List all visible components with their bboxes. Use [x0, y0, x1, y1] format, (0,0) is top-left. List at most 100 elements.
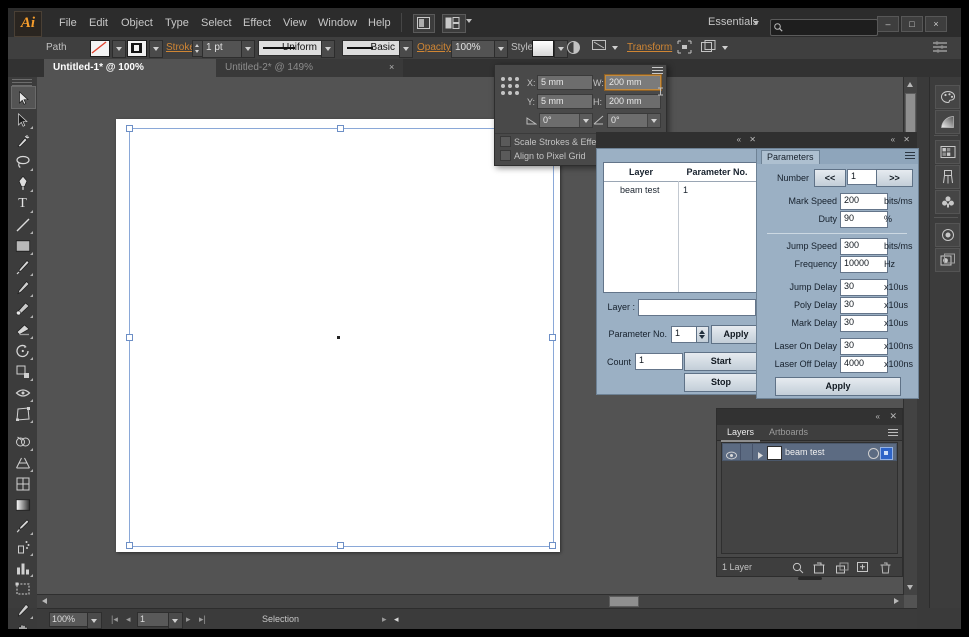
pen-tool[interactable] — [11, 172, 34, 193]
pencil-tool[interactable] — [11, 277, 34, 298]
parameters-panel-menu-icon[interactable] — [905, 152, 915, 161]
paintbrush-tool[interactable] — [11, 256, 34, 277]
scroll-left-arrow-icon[interactable] — [42, 598, 47, 604]
scroll-down-arrow-icon[interactable] — [907, 585, 913, 590]
brushes-panel-icon[interactable] — [935, 165, 960, 189]
menu-help[interactable]: Help — [363, 15, 396, 31]
rotate-angle-input[interactable]: 0° — [539, 113, 593, 128]
recolor-artwork-icon[interactable] — [592, 40, 608, 56]
tab-artboards[interactable]: Artboards — [763, 425, 814, 440]
tab-untitled-1[interactable]: Untitled-1* @ 100% (CMYK/Preview) × — [44, 59, 234, 91]
zoom-chevron-down-icon[interactable] — [87, 612, 102, 629]
menu-type[interactable]: Type — [160, 15, 194, 31]
transform-w-input[interactable]: 200 mm — [604, 74, 662, 91]
jump-delay-input[interactable]: 30 — [840, 279, 888, 296]
shape-builder-tool[interactable] — [11, 431, 34, 452]
handle-bottom-center[interactable] — [337, 542, 344, 549]
layer-name[interactable]: beam test — [785, 447, 825, 457]
mark-delay-input[interactable]: 30 — [840, 315, 888, 332]
duty-input[interactable]: 90 — [840, 211, 888, 228]
transform-y-input[interactable]: 5 mm — [537, 94, 593, 109]
horizontal-scrollbar[interactable] — [37, 594, 904, 608]
direct-selection-tool[interactable] — [11, 109, 34, 130]
symbol-sprayer-tool[interactable] — [11, 536, 34, 557]
layers-panel-header[interactable]: « ✕ — [717, 409, 902, 425]
align-pixel-grid-checkbox[interactable] — [500, 150, 511, 161]
page-chevron-down-icon[interactable] — [168, 612, 183, 629]
handle-bottom-left[interactable] — [126, 542, 133, 549]
frequency-input[interactable]: 10000 — [840, 256, 888, 273]
close-button[interactable]: × — [925, 16, 947, 32]
opacity-mask-icon[interactable] — [566, 40, 582, 56]
scale-tool[interactable] — [11, 361, 34, 382]
tool-status-text[interactable]: Selection — [262, 614, 299, 624]
stroke-profile-select[interactable]: Uniform — [258, 40, 322, 56]
tools-panel-grip[interactable] — [12, 79, 32, 86]
slice-tool[interactable] — [11, 599, 34, 620]
list-item[interactable]: beam test — [722, 443, 897, 461]
color-panel-icon[interactable] — [935, 85, 960, 109]
eye-icon[interactable] — [726, 447, 737, 460]
reference-point-selector[interactable] — [501, 77, 520, 96]
start-button[interactable]: Start — [684, 352, 758, 371]
transform-h-input[interactable]: 200 mm — [605, 94, 661, 109]
rotate-tool[interactable] — [11, 340, 34, 361]
stroke-weight-input[interactable]: 1 pt — [202, 40, 244, 58]
laser-window-titlebar[interactable]: « ✕ — [596, 132, 763, 148]
gradient-panel-icon[interactable] — [935, 110, 960, 134]
handle-top-center[interactable] — [337, 125, 344, 132]
appearance-panel-icon[interactable] — [935, 223, 960, 247]
menu-effect[interactable]: Effect — [238, 15, 276, 31]
tab-parameters[interactable]: Parameters — [761, 150, 820, 164]
arrange-documents-icon[interactable] — [442, 14, 466, 33]
stroke-profile-chevron-down-icon[interactable] — [321, 40, 335, 58]
lasso-tool[interactable] — [11, 151, 34, 172]
menu-select[interactable]: Select — [196, 15, 237, 31]
layer-name-input[interactable] — [638, 299, 756, 316]
stroke-dropdown-chevron-down-icon[interactable] — [149, 40, 163, 58]
first-page-icon[interactable]: |◂ — [111, 614, 118, 625]
status-menu-arrow-icon[interactable]: ▸ — [382, 614, 387, 625]
tab-layers[interactable]: Layers — [721, 425, 761, 442]
stop-button[interactable]: Stop — [684, 373, 758, 392]
horizontal-scroll-thumb[interactable] — [609, 596, 639, 607]
last-page-icon[interactable]: ▸| — [199, 614, 206, 625]
make-clipping-mask-icon[interactable] — [813, 561, 826, 574]
fill-dropdown-chevron-down-icon[interactable] — [112, 40, 126, 58]
number-prev-button[interactable]: << — [814, 169, 846, 187]
mask-icon[interactable] — [701, 40, 717, 56]
opacity-label[interactable]: Opacity: — [417, 42, 454, 53]
layers-panel-menu-icon[interactable] — [888, 429, 898, 438]
table-row-layer[interactable]: beam test — [620, 185, 660, 195]
parameter-no-stepper[interactable] — [696, 326, 709, 343]
menu-window[interactable]: Window — [313, 15, 362, 31]
mask-chevron-down-icon[interactable] — [719, 40, 728, 56]
opacity-chevron-down-icon[interactable] — [494, 40, 508, 58]
isolate-selected-object-icon[interactable] — [677, 40, 693, 56]
workspace-chevron-down-icon[interactable] — [753, 21, 759, 25]
control-bar-menu-icon[interactable] — [933, 40, 950, 56]
target-icon[interactable] — [868, 448, 879, 459]
status-resize-icon[interactable]: ◂ — [394, 614, 399, 625]
tab-close-icon[interactable]: × — [389, 63, 397, 72]
stroke-color-swatch[interactable] — [127, 40, 147, 57]
eraser-tool[interactable] — [11, 319, 34, 340]
arrange-dropdown-chevron-down-icon[interactable] — [466, 19, 472, 23]
selection-tool[interactable] — [11, 86, 36, 109]
blob-brush-tool[interactable] — [11, 298, 34, 319]
layers-collapse-icon[interactable]: « — [876, 412, 880, 421]
menu-edit[interactable]: Edit — [84, 15, 113, 31]
graphic-styles-panel-icon[interactable] — [935, 248, 960, 272]
scroll-right-arrow-icon[interactable] — [894, 598, 899, 604]
locate-object-icon[interactable] — [792, 561, 805, 574]
scroll-up-arrow-icon[interactable] — [907, 82, 913, 87]
workspace-switcher[interactable]: Essentials — [708, 16, 758, 28]
menu-view[interactable]: View — [278, 15, 312, 31]
mesh-tool[interactable] — [11, 473, 34, 494]
stroke-weight-chevron-down-icon[interactable] — [241, 40, 255, 58]
mark-speed-input[interactable]: 200 — [840, 193, 888, 210]
line-segment-tool[interactable] — [11, 214, 34, 235]
jump-speed-input[interactable]: 300 — [840, 238, 888, 255]
bridge-icon[interactable] — [413, 14, 435, 33]
menu-object[interactable]: Object — [116, 15, 158, 31]
